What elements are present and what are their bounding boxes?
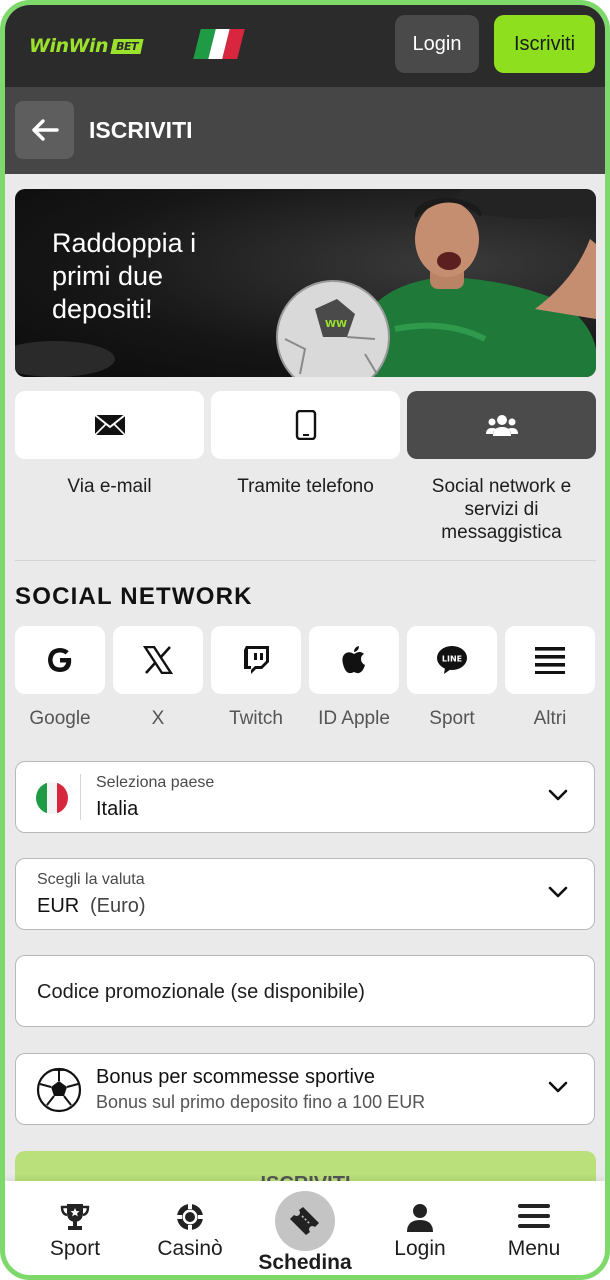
- section-title: SOCIAL NETWORK: [15, 583, 253, 610]
- method-social-tile[interactable]: [407, 391, 596, 459]
- nav-menu[interactable]: Menu: [479, 1181, 589, 1275]
- social-apple-button[interactable]: [309, 626, 399, 694]
- method-phone-tile[interactable]: [211, 391, 400, 459]
- currency-label: Scegli la valuta: [37, 871, 145, 888]
- method-email-label: Via e-mail: [67, 476, 152, 497]
- logo-badge: BET: [110, 38, 144, 54]
- chevron-down-icon: [548, 1081, 568, 1093]
- italy-flag-icon[interactable]: [193, 29, 245, 59]
- nav-casino-label: Casinò: [157, 1237, 223, 1260]
- bonus-select[interactable]: Bonus per scommesse sportive Bonus sul p…: [15, 1053, 595, 1125]
- nav-sport-label: Sport: [49, 1237, 101, 1260]
- social-more-label: Altri: [533, 708, 567, 729]
- method-phone-label: Tramite telefono: [237, 476, 374, 497]
- promo-code-input[interactable]: Codice promozionale (se disponibile): [15, 955, 595, 1027]
- app-frame: WinWin BET Login Iscriviti ISCRIVITI WW …: [0, 0, 610, 1280]
- x-icon: [143, 646, 173, 674]
- social-more-button[interactable]: [505, 626, 595, 694]
- logo-text: WinWin: [29, 35, 109, 57]
- nav-betslip-label: Schedina: [258, 1251, 352, 1274]
- promo-code-placeholder: Codice promozionale (se disponibile): [37, 981, 365, 1003]
- method-social-label: Social network e servizi di messaggistic…: [431, 476, 572, 543]
- social-x-button[interactable]: [113, 626, 203, 694]
- trophy-icon: [60, 1204, 90, 1230]
- currency-code: EUR: [37, 895, 80, 917]
- apple-icon: [342, 646, 365, 674]
- title-bar: ISCRIVITI: [5, 87, 605, 174]
- page-title: ISCRIVITI: [89, 117, 193, 143]
- back-button[interactable]: [15, 101, 74, 159]
- top-header: WinWin BET Login Iscriviti: [5, 5, 605, 87]
- currency-select[interactable]: Scegli la valuta EUR (Euro): [15, 858, 595, 930]
- svg-text:WW: WW: [325, 319, 347, 330]
- currency-name: (Euro): [90, 895, 146, 917]
- social-line-label: Sport: [429, 708, 475, 729]
- nav-betslip[interactable]: Schedina: [250, 1181, 360, 1275]
- menu-icon: [535, 647, 565, 674]
- casino-chip-icon: [177, 1204, 203, 1230]
- nav-menu-label: Menu: [507, 1237, 561, 1260]
- country-label: Seleziona paese: [96, 774, 215, 791]
- phone-icon: [295, 410, 316, 440]
- chevron-down-icon: [548, 886, 568, 898]
- social-x-label: X: [151, 708, 165, 729]
- svg-text:LINE: LINE: [442, 655, 462, 664]
- social-apple-label: ID Apple: [318, 708, 390, 729]
- italy-flag-icon: [36, 782, 68, 814]
- country-value: Italia: [96, 798, 139, 820]
- twitch-icon: [244, 646, 269, 674]
- line-icon: LINE: [437, 646, 467, 674]
- soccer-ball-icon: [36, 1067, 82, 1113]
- nav-login[interactable]: Login: [365, 1181, 475, 1275]
- bonus-subtitle: Bonus sul primo deposito fino a 100 EUR: [96, 1092, 426, 1112]
- promo-banner[interactable]: WW Raddoppia i primi due depositi!: [15, 189, 596, 377]
- social-line-button[interactable]: LINE: [407, 626, 497, 694]
- user-icon: [407, 1204, 433, 1232]
- users-icon: [485, 415, 518, 436]
- method-email-tile[interactable]: [15, 391, 204, 459]
- divider: [15, 560, 596, 561]
- chevron-down-icon: [548, 789, 568, 801]
- arrow-left-icon: [31, 119, 59, 141]
- nav-sport[interactable]: Sport: [20, 1181, 130, 1275]
- google-icon: [48, 648, 72, 672]
- signup-button[interactable]: Iscriviti: [494, 15, 595, 73]
- nav-login-label: Login: [394, 1237, 446, 1260]
- login-button[interactable]: Login: [395, 15, 479, 73]
- social-google-button[interactable]: [15, 626, 105, 694]
- hamburger-icon: [518, 1204, 550, 1228]
- bonus-title: Bonus per scommesse sportive: [96, 1066, 376, 1088]
- social-google-label: Google: [29, 708, 91, 729]
- social-twitch-button[interactable]: [211, 626, 301, 694]
- nav-casino[interactable]: Casinò: [135, 1181, 245, 1275]
- bottom-nav: Sport Casinò Schedina Login Menu: [5, 1181, 605, 1275]
- banner-headline: Raddoppia i primi due depositi!: [52, 228, 197, 324]
- social-twitch-label: Twitch: [229, 708, 283, 729]
- field-separator: [80, 774, 81, 820]
- brand-logo[interactable]: WinWin BET: [29, 35, 144, 57]
- country-select[interactable]: Seleziona paese Italia: [15, 761, 595, 833]
- envelope-icon: [93, 414, 126, 436]
